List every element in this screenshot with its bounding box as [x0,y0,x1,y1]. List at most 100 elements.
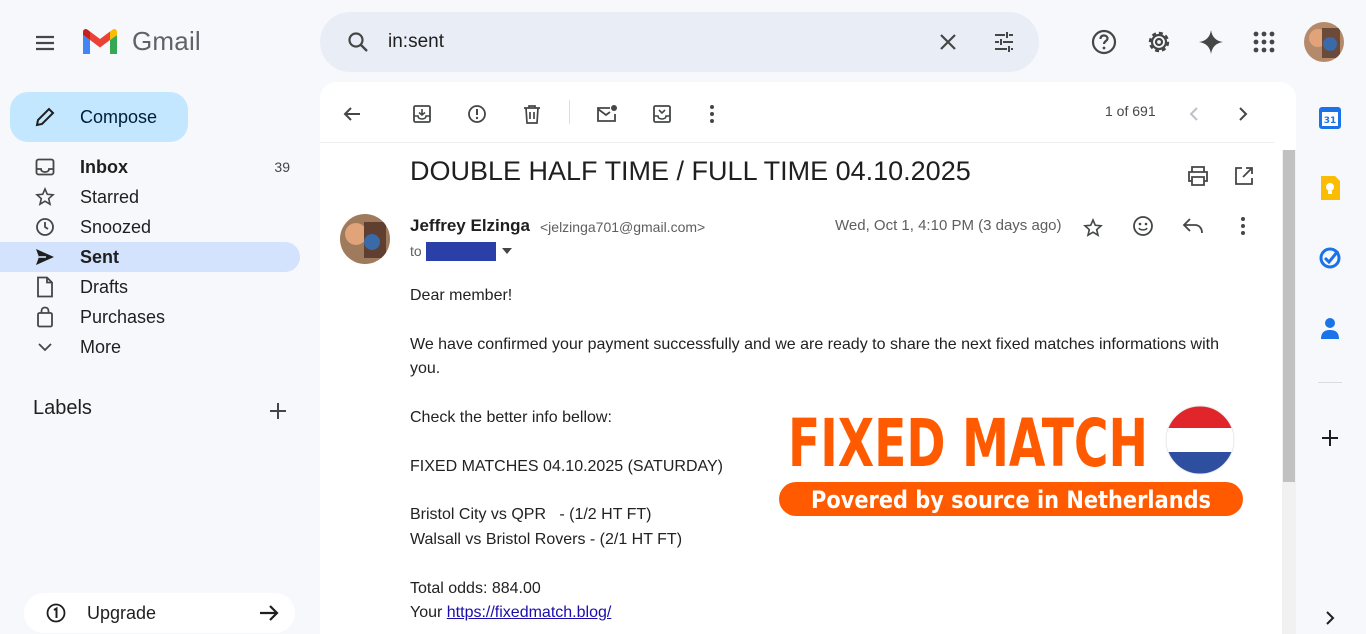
message-view: 1 of 691 DOUBLE HALF TIME / FULL TIME 04… [320,82,1296,634]
sidebar-item-inbox[interactable]: Inbox 39 [0,152,300,182]
more-actions-button[interactable] [692,94,732,134]
contacts-button[interactable] [1310,308,1350,348]
support-button[interactable] [1082,20,1126,64]
send-icon [36,249,54,265]
body-match-2: Walsall vs Bristol Rovers - (2/1 HT FT) [410,531,683,548]
sidebar-item-label: Snoozed [80,216,152,237]
report-icon [468,105,486,123]
upgrade-button[interactable]: Upgrade [24,593,295,633]
show-details-button[interactable] [496,240,518,262]
search-input[interactable] [388,26,908,58]
email-subject: DOUBLE HALF TIME / FULL TIME 04.10.2025 [410,156,971,186]
older-button[interactable] [1223,94,1263,134]
print-icon [1188,166,1208,186]
chevron-right-icon [1326,611,1335,625]
arrow-left-icon [343,107,360,121]
sidebar-item-label: Drafts [80,276,129,297]
sidebar-item-starred[interactable]: Starred [0,182,300,212]
print-button[interactable] [1178,156,1218,196]
account-avatar[interactable] [1304,22,1344,62]
sidebar-item-more[interactable]: More [0,332,300,362]
star-icon [35,187,55,206]
sidebar-item-label: Purchases [80,306,166,327]
back-button[interactable] [332,94,372,134]
compose-button[interactable]: Compose [10,92,188,142]
search-button[interactable] [336,20,380,64]
toolbar-divider [569,100,570,124]
sidebar-item-label: Starred [80,186,140,207]
fixed-match-banner-image: FIXED MATCH Povered by source in Netherl… [779,405,1243,516]
more-vert-icon [1241,217,1245,235]
inbox-icon [35,158,55,176]
sidebar-item-snoozed[interactable]: Snoozed [0,212,300,242]
toolbar-divider [320,142,1274,143]
mark-unread-button[interactable] [587,94,627,134]
sidebar-item-sent[interactable]: Sent [0,242,300,272]
add-reaction-button[interactable] [1123,206,1163,246]
body-link-line: Your https://fixedmatch.blog/ [410,601,611,625]
netherlands-flag-icon [1165,405,1235,475]
create-label-button[interactable] [262,395,294,427]
body-paragraph-1-cont: you. [410,360,441,377]
sender-email: <jelzinga701@gmail.com> [540,219,706,235]
open-in-new-window-button[interactable] [1224,156,1264,196]
google-apps-button[interactable] [1242,20,1286,64]
mark-unread-icon [597,105,617,122]
caret-down-icon [502,248,512,254]
labels-header: Labels [33,397,92,419]
body-paragraph-1: We have confirmed your payment successfu… [410,336,1219,353]
calendar-icon: 31 [1319,107,1341,129]
archive-button[interactable] [402,94,442,134]
settings-button[interactable] [1137,20,1181,64]
tasks-button[interactable] [1310,238,1350,278]
keep-button[interactable] [1310,168,1350,208]
gmail-logo[interactable]: Gmail [80,26,201,57]
report-spam-button[interactable] [457,94,497,134]
plus-icon [270,403,286,419]
compose-label: Compose [80,106,158,127]
arrow-right-icon [260,605,279,621]
sender-photo-icon [340,214,390,264]
open-in-new-icon [1235,167,1253,185]
show-side-panel-button[interactable] [1310,598,1350,634]
search-bar [320,12,1039,72]
gemini-button[interactable] [1189,20,1233,64]
star-outline-icon [1083,218,1103,237]
message-more-button[interactable] [1223,206,1263,246]
sidebar-item-label: More [80,336,122,357]
keep-icon [1321,176,1340,200]
reply-button[interactable] [1173,206,1213,246]
sidebar-item-purchases[interactable]: Purchases [0,302,300,332]
recipient-redacted [426,242,496,261]
email-date: Wed, Oct 1, 4:10 PM (3 days ago) [835,217,1062,234]
sender-avatar[interactable] [340,214,390,264]
fixed-match-banner: FIXED MATCH Povered by source in Netherl… [778,402,1248,520]
body-paragraph-3: FIXED MATCHES 04.10.2025 (SATURDAY) [410,458,723,475]
clear-search-button[interactable] [926,20,970,64]
star-button[interactable] [1073,208,1113,248]
sidebar-item-label: Sent [80,246,120,267]
reply-icon [1182,218,1203,234]
tune-icon [995,32,1013,52]
plus-icon [1322,430,1338,446]
move-to-button[interactable] [642,94,682,134]
search-options-button[interactable] [982,20,1026,64]
chevron-left-icon [1189,107,1198,121]
sidebar-item-drafts[interactable]: Drafts [0,272,300,302]
get-addons-button[interactable] [1310,418,1350,458]
newer-button[interactable] [1174,94,1214,134]
close-icon [940,34,956,50]
scrollbar-thumb[interactable] [1283,150,1295,482]
calendar-button[interactable]: 31 [1310,98,1350,138]
avatar-photo-icon [1304,22,1344,62]
main-menu-button[interactable] [22,20,68,66]
archive-icon [413,105,431,123]
draft-file-icon [37,276,53,298]
body-odds: Total odds: 884.00 [410,580,541,597]
hamburger-icon [36,35,54,51]
upgrade-icon [46,603,66,623]
inbox-count: 39 [274,159,290,175]
fixedmatch-link[interactable]: https://fixedmatch.blog/ [447,604,612,621]
apps-grid-icon [1253,31,1275,53]
delete-button[interactable] [512,94,552,134]
